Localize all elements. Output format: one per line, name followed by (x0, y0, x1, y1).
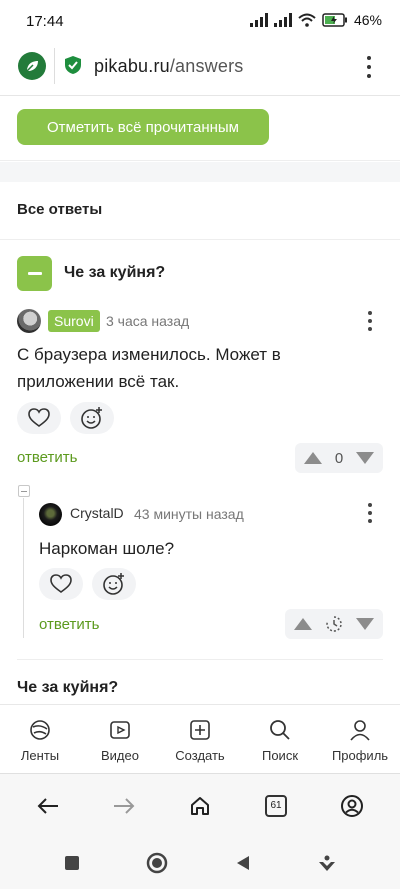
mark-all-read-button[interactable]: Отметить всё прочитанным (17, 109, 269, 145)
dot (367, 65, 371, 69)
reply-text: Наркоман шоле? (39, 539, 175, 558)
dot (368, 511, 372, 515)
tabs-button[interactable]: 61 (256, 786, 296, 826)
profile-icon (350, 720, 370, 741)
rating-count: 0 (334, 449, 344, 467)
wifi-icon (298, 13, 316, 27)
nav-label: Видео (101, 748, 139, 763)
browser-toolbar: pikabu.ru/answers (0, 44, 400, 96)
dot (368, 327, 372, 331)
tab-count: 61 (265, 794, 287, 817)
like-button[interactable] (39, 568, 83, 600)
dot (367, 74, 371, 78)
collapse-post-button[interactable] (17, 256, 52, 291)
heart-icon (28, 408, 50, 427)
add-emoji-icon (103, 573, 124, 595)
create-icon (190, 720, 210, 740)
downvote-icon[interactable] (355, 451, 375, 465)
upvote-icon[interactable] (303, 451, 323, 465)
avatar[interactable] (39, 503, 62, 526)
dot (367, 56, 371, 60)
nav-label: Профиль (331, 748, 389, 763)
nav-search[interactable]: Поиск (240, 705, 320, 772)
nav-feeds[interactable]: Ленты (0, 705, 80, 772)
author-badge[interactable]: Surovi (48, 310, 100, 332)
secure-shield-icon[interactable] (64, 55, 82, 75)
nav-video[interactable]: Видео (80, 705, 160, 772)
signal-icon (273, 13, 292, 27)
comment-time: 3 часа назад (106, 313, 190, 329)
nav-create[interactable]: Создать (160, 705, 240, 772)
pending-rating-icon (326, 616, 342, 632)
reply-link[interactable]: ответить (39, 616, 99, 633)
divider (0, 239, 400, 240)
leaf-icon (26, 61, 38, 72)
status-time: 17:44 (26, 13, 64, 30)
nav-label: Поиск (261, 748, 299, 763)
system-nav-bar (0, 837, 400, 889)
reply-link[interactable]: ответить (17, 449, 77, 466)
rating-box: 0 (295, 443, 383, 473)
video-icon (110, 721, 130, 739)
nav-label: Ленты (20, 748, 60, 763)
browser-bottom-bar: 61 (0, 773, 400, 837)
browser-menu-button[interactable] (358, 54, 380, 80)
account-button[interactable] (332, 786, 372, 826)
mark-read-area: Отметить всё прочитанным (0, 97, 400, 161)
battery-icon (322, 13, 347, 27)
reply-author[interactable]: CrystalD (70, 505, 124, 521)
battery-percent: 46% (353, 12, 382, 28)
arrow-right-icon (114, 797, 135, 814)
upvote-icon[interactable] (293, 617, 313, 631)
app-bottom-nav: Ленты Видео Создать Поиск Профиль (0, 704, 400, 772)
collapse-thread-button[interactable] (18, 485, 30, 497)
assistant-icon[interactable] (317, 853, 337, 873)
comment-text: С браузера изменилось. Может в приложени… (17, 345, 281, 391)
add-emoji-icon (81, 407, 102, 429)
minus-icon (27, 272, 42, 275)
post-title[interactable]: Че за куйня? (64, 264, 165, 282)
rating-box (285, 609, 383, 639)
home-circle-icon[interactable] (146, 852, 168, 874)
url-path: /answers (169, 56, 244, 76)
toolbar-divider (54, 48, 55, 84)
dot (368, 519, 372, 523)
reply-time: 43 минуты назад (134, 506, 244, 522)
status-bar: 17:44 46% (0, 0, 400, 44)
status-icons: 46% (249, 12, 382, 28)
back-triangle-icon[interactable] (234, 854, 252, 872)
nav-label: Создать (175, 748, 225, 763)
forward-button[interactable] (104, 786, 144, 826)
signal-icon (249, 13, 268, 27)
add-reaction-button[interactable] (92, 568, 136, 600)
dot (368, 311, 372, 315)
comment-menu-button[interactable] (366, 311, 374, 331)
account-icon (341, 794, 363, 817)
avatar[interactable] (17, 309, 41, 333)
section-separator (0, 162, 400, 182)
dot (368, 319, 372, 323)
section-title: Все ответы (17, 201, 103, 218)
recent-apps-icon[interactable] (63, 854, 81, 872)
back-button[interactable] (28, 786, 68, 826)
home-icon (191, 796, 209, 815)
add-reaction-button[interactable] (70, 402, 114, 434)
like-button[interactable] (17, 402, 61, 434)
url-host: pikabu.ru (94, 56, 170, 76)
divider (17, 659, 383, 660)
home-button[interactable] (180, 786, 220, 826)
downvote-icon[interactable] (355, 617, 375, 631)
search-icon (270, 720, 290, 740)
next-post-title[interactable]: Че за куйня? (17, 679, 118, 697)
reply-menu-button[interactable] (366, 503, 374, 523)
dot (368, 503, 372, 507)
minus-icon (21, 490, 27, 492)
arrow-left-icon (37, 797, 58, 814)
site-logo[interactable] (18, 52, 46, 80)
heart-icon (50, 574, 72, 593)
address-bar[interactable]: pikabu.ru/answers (94, 56, 244, 77)
feeds-icon (30, 720, 50, 740)
thread-line[interactable] (23, 498, 24, 638)
nav-profile[interactable]: Профиль (320, 705, 400, 772)
